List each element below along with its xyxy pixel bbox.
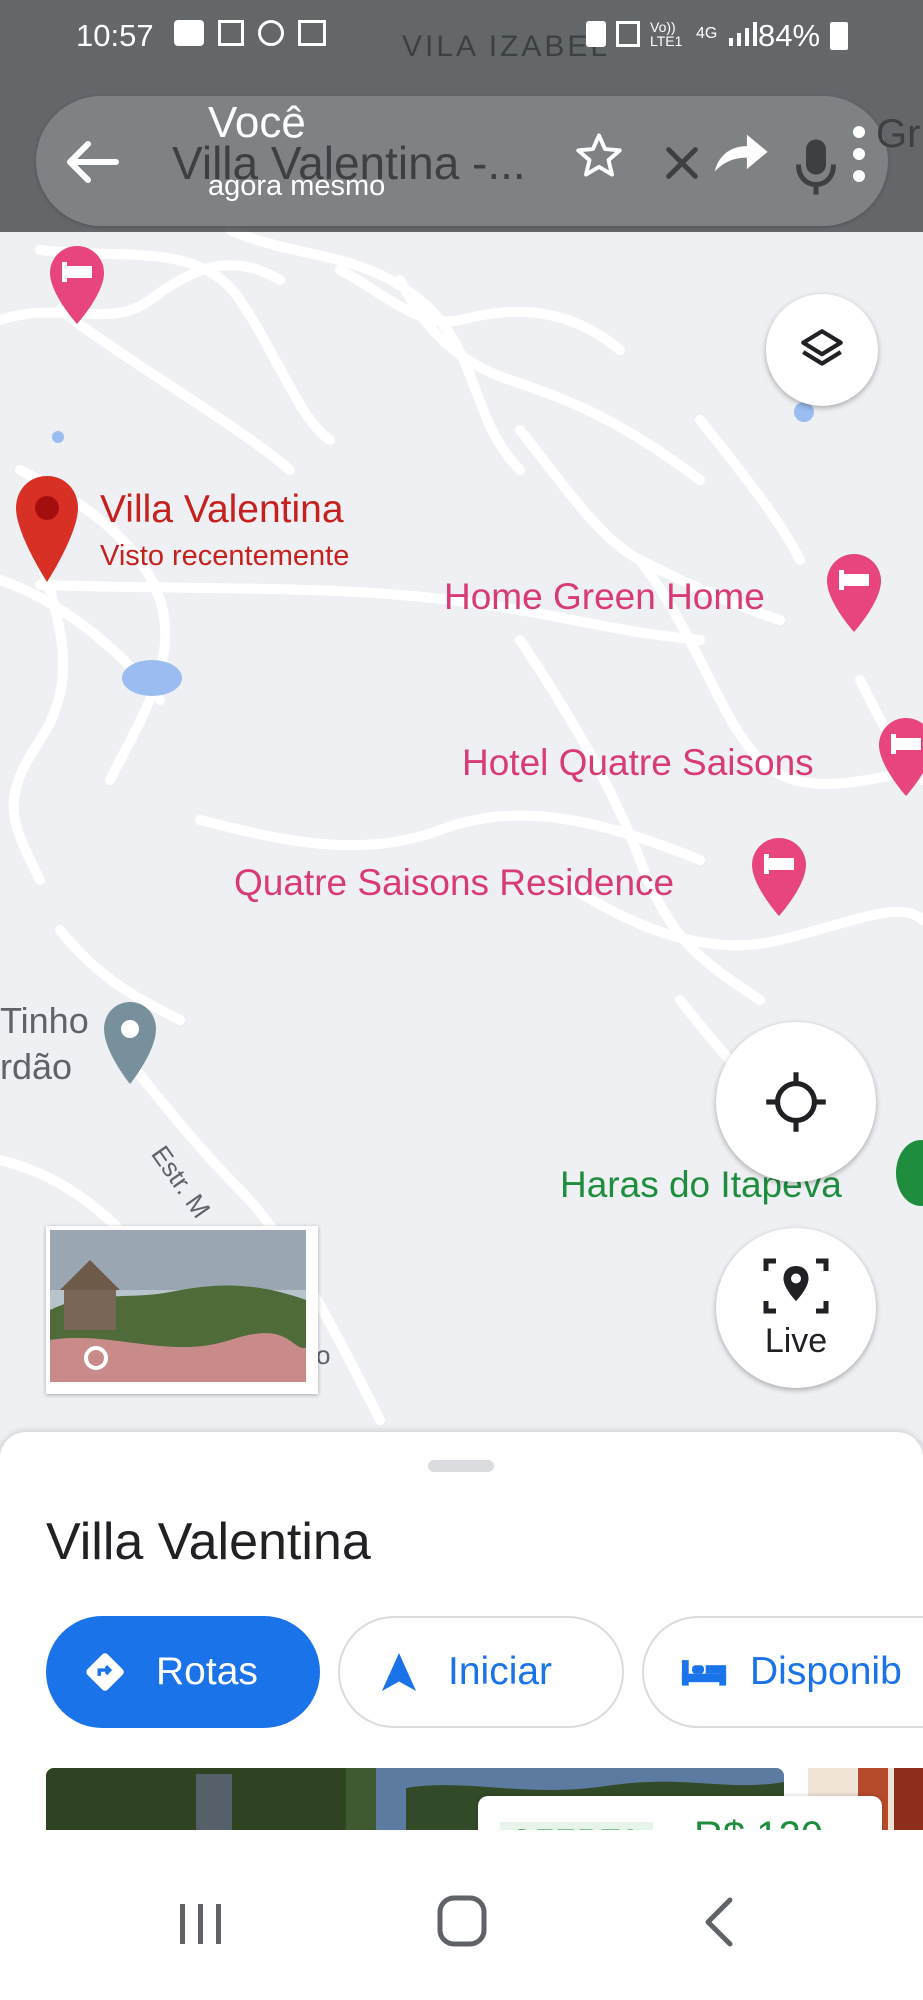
- bed-icon: [50, 246, 104, 324]
- arrow-left-icon: [67, 141, 119, 183]
- status-time: 10:57: [76, 18, 154, 53]
- home-icon: [437, 1895, 487, 1947]
- share-arrow-icon: [714, 134, 768, 172]
- street-view-thumbnail[interactable]: [46, 1226, 318, 1394]
- navigation-arrow-icon: [381, 1653, 417, 1691]
- notification-subtitle: agora mesmo: [208, 170, 386, 202]
- hotel-pin[interactable]: [750, 836, 808, 918]
- signal-icon: [729, 22, 758, 46]
- hotel-label[interactable]: Hotel Quatre Saisons: [462, 742, 814, 784]
- recycle-icon: [616, 21, 640, 47]
- live-view-button[interactable]: Live: [716, 1228, 876, 1388]
- back-button[interactable]: [50, 120, 134, 204]
- availability-button[interactable]: Disponib: [642, 1616, 923, 1728]
- directions-icon: [86, 1653, 124, 1691]
- hotel-pin[interactable]: [877, 716, 923, 798]
- place-label-partial[interactable]: Tinho rdão: [0, 998, 89, 1090]
- my-location-button[interactable]: [716, 1022, 876, 1182]
- status-system-icons: Vo)) LTE1 4G: [586, 19, 758, 49]
- red-pin-icon: [16, 476, 78, 582]
- hotel-label[interactable]: Quatre Saisons Residence: [234, 862, 674, 904]
- place-label-line2: rdão: [0, 1046, 73, 1087]
- volte-label: Vo)) LTE1: [650, 19, 683, 49]
- chevron-left-icon: [705, 1897, 733, 1947]
- location-pin-icon: [104, 1002, 156, 1084]
- street-view-image: [50, 1230, 306, 1382]
- offer-badge: OFERTA: [500, 1822, 654, 1830]
- recent-apps-icon: [180, 1904, 221, 1944]
- map-edge-label: Gr: [876, 112, 921, 156]
- layers-icon: [801, 329, 843, 366]
- sheet-drag-handle[interactable]: [428, 1460, 494, 1472]
- start-label: Iniciar: [448, 1650, 553, 1693]
- status-notification-icons: [174, 20, 326, 46]
- notification-title: Você: [208, 98, 306, 147]
- hotel-pin[interactable]: [825, 552, 883, 634]
- start-navigation-button[interactable]: Iniciar: [338, 1616, 624, 1728]
- battery-percent: 84%: [758, 18, 821, 53]
- recent-apps-button[interactable]: [176, 1902, 228, 1946]
- selected-place-subtitle: Visto recentemente: [100, 540, 350, 572]
- star-outline-icon: [576, 133, 622, 177]
- place-bottom-sheet[interactable]: Villa Valentina Rotas Iniciar Disponib: [0, 1432, 923, 1830]
- crosshair-icon: [766, 1072, 826, 1132]
- selected-place-name[interactable]: Villa Valentina: [100, 488, 344, 532]
- offer-price: R$ 120: [694, 1814, 823, 1830]
- bed-icon: [827, 554, 881, 632]
- place-pin[interactable]: [102, 1000, 158, 1086]
- save-star-button[interactable]: [566, 120, 632, 192]
- selected-place-pin[interactable]: [14, 474, 80, 584]
- back-nav-button[interactable]: [700, 1896, 740, 1948]
- image-icon: [298, 20, 326, 46]
- map-area-label: VILA IZABEL: [402, 30, 611, 63]
- voice-search-button[interactable]: [790, 132, 842, 202]
- place-label-line1: Tinho: [0, 1000, 89, 1041]
- directions-button[interactable]: Rotas: [46, 1616, 320, 1728]
- layers-button[interactable]: [766, 294, 878, 406]
- more-vert-icon: [853, 126, 865, 182]
- microphone-icon: [796, 139, 836, 195]
- bed-icon: [879, 718, 923, 796]
- network-type: 4G: [696, 25, 718, 42]
- home-button[interactable]: [436, 1894, 488, 1948]
- bed-icon: [752, 838, 806, 916]
- hotel-pin[interactable]: [48, 244, 106, 326]
- more-options-button[interactable]: [852, 124, 866, 184]
- directions-label: Rotas: [156, 1650, 258, 1693]
- availability-label: Disponib: [750, 1650, 902, 1693]
- close-icon: [666, 147, 698, 179]
- battery-icon: [830, 22, 848, 50]
- chat-icon: [174, 20, 204, 46]
- bed-icon: [681, 1660, 727, 1686]
- map-small-label: o: [316, 1340, 331, 1370]
- lock-icon: [586, 21, 606, 47]
- live-view-icon: [763, 1258, 829, 1313]
- place-title: Villa Valentina: [46, 1513, 371, 1571]
- sync-icon: [258, 20, 284, 46]
- offer-card[interactable]: OFERTA R$ 120: [478, 1796, 882, 1830]
- flipboard-icon: [218, 20, 244, 46]
- share-button[interactable]: [704, 118, 776, 188]
- live-label: Live: [764, 1321, 828, 1360]
- hotel-label[interactable]: Home Green Home: [444, 576, 765, 618]
- system-navigation-bar: [0, 1830, 923, 2000]
